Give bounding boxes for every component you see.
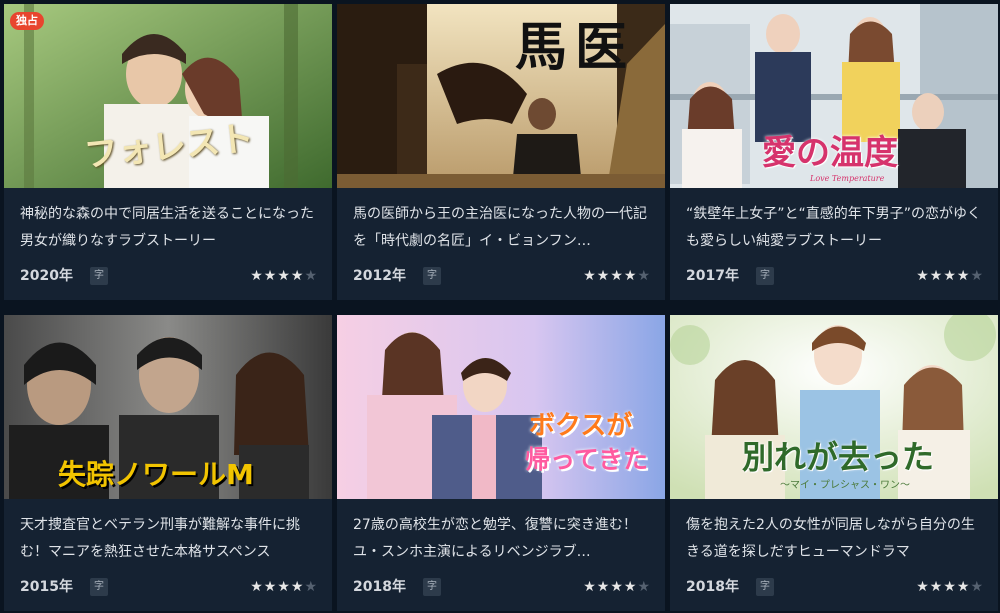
meta-row: 2015年 字 ★★★★★ [20,577,318,597]
thumbnail-image[interactable]: 別れが去った 〜マイ・プレシャス・ワン〜 [670,315,998,499]
title-logo: 愛の温度 [762,133,898,173]
rating-stars: ★★★★★ [250,268,318,284]
drama-card-bai[interactable]: 馬医 馬の医師から王の主治医になった人物の一代記を「時代劇の名匠」イ・ビョンフン… [337,4,665,300]
release-year: 2015年 [20,579,73,595]
title-subtitle: 〜マイ・プレシャス・ワン〜 [780,480,910,491]
rating-stars: ★★★★★ [583,579,651,595]
subtitle-badge: 字 [756,267,774,285]
thumbnail-image[interactable]: 馬医 [337,4,665,188]
subtitle-badge: 字 [756,578,774,596]
release-year: 2017年 [686,268,739,284]
subtitle-badge: 字 [423,267,441,285]
rating-stars: ★★★★★ [583,268,651,284]
title-logo: 失踪ノワールM [58,458,254,491]
thumbnail-image[interactable]: 失踪ノワールM [4,315,332,499]
description: 天才捜査官とベテラン刑事が難解な事件に挑む！マニアを熱狂させた本格サスペンス [20,517,300,560]
drama-card-missing-noir-m[interactable]: 失踪ノワールM 天才捜査官とベテラン刑事が難解な事件に挑む！マニアを熱狂させた本… [4,315,332,611]
description: 馬の医師から王の主治医になった人物の一代記を「時代劇の名匠」イ・ビョンフン… [353,206,647,249]
description: 神秘的な森の中で同居生活を送ることになった男女が織りなすラブストーリー [20,206,314,249]
drama-card-bok-su-returns[interactable]: ボクスが 帰ってきた 27歳の高校生が恋と勉学、復讐に突き進む！ユ・スンホ主演に… [337,315,665,611]
meta-row: 2012年 字 ★★★★★ [353,266,651,286]
rating-stars: ★★★★★ [916,268,984,284]
rating-stars: ★★★★★ [250,579,318,595]
subtitle-badge: 字 [90,578,108,596]
rating-stars: ★★★★★ [916,579,984,595]
drama-grid: 独占 フォレスト 神秘的な森の中で同居生活を送ることになった男女が織りなすラブス… [0,0,1000,613]
title-logo: 馬医 [515,17,636,78]
release-year: 2018年 [686,579,739,595]
thumbnail-image[interactable]: 独占 フォレスト [4,4,332,188]
release-year: 2012年 [353,268,406,284]
drama-card-love-temperature[interactable]: 愛の温度 Love Temperature “鉄壁年上女子”と“直感的年下男子”… [670,4,998,300]
title-logo-line1: ボクスが [529,411,633,441]
release-year: 2018年 [353,579,406,595]
subtitle-badge: 字 [423,578,441,596]
thumbnail-image[interactable]: ボクスが 帰ってきた [337,315,665,499]
thumbnail-image[interactable]: 愛の温度 Love Temperature [670,4,998,188]
meta-row: 2017年 字 ★★★★★ [686,266,984,286]
title-logo: 別れが去った [742,438,935,476]
drama-card-forest[interactable]: 独占 フォレスト 神秘的な森の中で同居生活を送ることになった男女が織りなすラブス… [4,4,332,300]
description: “鉄壁年上女子”と“直感的年下男子”の恋がゆくも愛らしい純愛ラブストーリー [686,206,982,249]
title-subtitle: Love Temperature [810,174,885,183]
exclusive-badge: 独占 [10,12,44,30]
subtitle-badge: 字 [90,267,108,285]
meta-row: 2018年 字 ★★★★★ [686,577,984,597]
meta-row: 2020年 字 ★★★★★ [20,266,318,286]
title-logo-line2: 帰ってきた [525,445,649,474]
meta-row: 2018年 字 ★★★★★ [353,577,651,597]
drama-card-farewell-gone[interactable]: 別れが去った 〜マイ・プレシャス・ワン〜 傷を抱えた2人の女性が同居しながら自分… [670,315,998,611]
release-year: 2020年 [20,268,73,284]
description: 傷を抱えた2人の女性が同居しながら自分の生きる道を探しだすヒューマンドラマ [686,517,975,560]
description: 27歳の高校生が恋と勉学、復讐に突き進む！ユ・スンホ主演によるリベンジラブ… [353,517,637,560]
